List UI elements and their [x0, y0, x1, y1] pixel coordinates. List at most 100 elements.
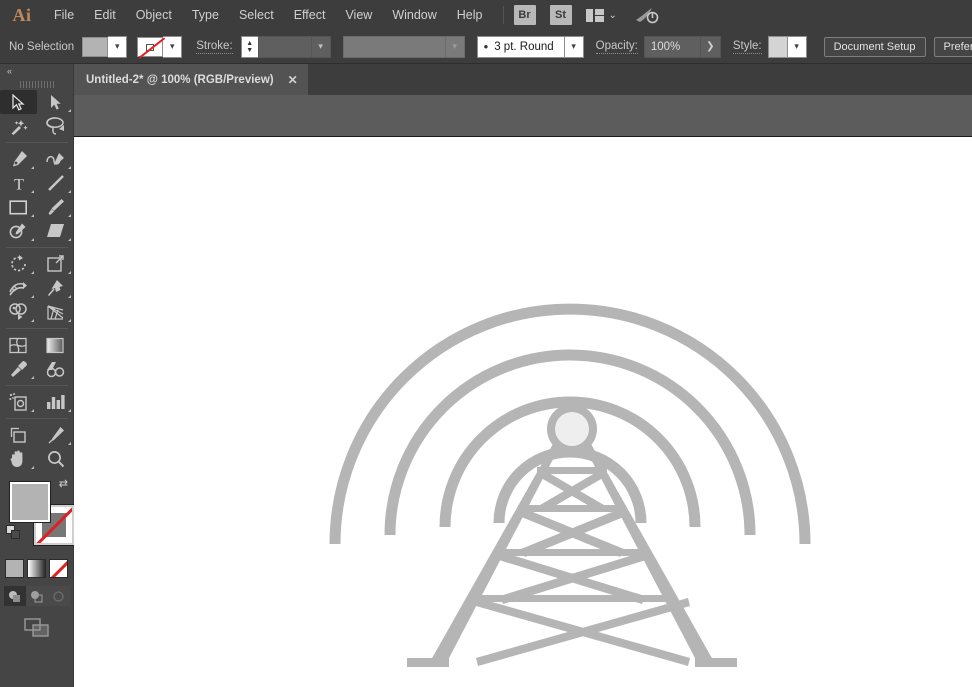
tower-foot-right — [695, 658, 737, 667]
width-profile-control[interactable]: ▾ — [342, 35, 465, 58]
shaper-tool[interactable] — [0, 219, 37, 243]
magic-wand-tool[interactable] — [0, 114, 37, 138]
opacity-options-icon[interactable]: ❯ — [700, 35, 721, 58]
fill-dropdown-chevron-icon[interactable]: ▾ — [108, 35, 128, 58]
stroke-weight-stepper[interactable]: ▲ ▼ — [240, 35, 258, 58]
gradient-button[interactable] — [27, 559, 46, 578]
draw-normal-button[interactable] — [3, 586, 26, 606]
style-control[interactable]: ▾ — [767, 35, 807, 58]
free-transform-tool[interactable] — [37, 276, 74, 300]
style-chevron-icon[interactable]: ▾ — [787, 35, 807, 58]
stroke-weight-input[interactable] — [257, 35, 312, 58]
stroke-dropdown-chevron-icon[interactable]: ▾ — [163, 35, 183, 58]
symbol-sprayer-tool[interactable] — [0, 390, 37, 414]
arrange-documents-icon — [585, 8, 604, 22]
stroke-weight-control[interactable]: ▲ ▼ ▾ — [240, 35, 331, 58]
stroke-label[interactable]: Stroke: — [196, 40, 233, 54]
rocket-button[interactable] — [635, 6, 659, 24]
toolbar-fill-swatch[interactable] — [9, 481, 51, 523]
fill-swatch[interactable] — [82, 36, 109, 57]
eraser-tool[interactable] — [37, 219, 74, 243]
tools-divider-3 — [6, 328, 68, 329]
lasso-tool[interactable] — [37, 114, 74, 138]
tools-divider-4 — [6, 385, 68, 386]
slice-tool[interactable] — [37, 423, 74, 447]
menu-file[interactable]: File — [44, 0, 84, 30]
line-segment-tool[interactable] — [37, 171, 74, 195]
selection-status: No Selection — [9, 40, 75, 53]
artboard[interactable] — [74, 136, 972, 687]
stock-button[interactable]: St — [549, 5, 572, 25]
preferences-button[interactable]: Preferences — [933, 36, 972, 57]
shape-builder-tool[interactable] — [0, 300, 37, 324]
svg-text:T: T — [14, 176, 24, 192]
tools-panel-grip[interactable] — [0, 78, 73, 90]
draw-inside-button[interactable] — [47, 586, 70, 606]
blend-tool[interactable] — [37, 357, 74, 381]
stroke-weight-chevron-icon[interactable]: ▾ — [311, 35, 331, 58]
style-label[interactable]: Style: — [732, 40, 762, 54]
opacity-label[interactable]: Opacity: — [595, 40, 638, 54]
rectangle-tool[interactable] — [0, 195, 37, 219]
width-tool[interactable] — [0, 276, 37, 300]
width-profile-chevron-icon[interactable]: ▾ — [445, 35, 465, 58]
direct-selection-tool[interactable] — [37, 90, 74, 114]
document-setup-button[interactable]: Document Setup — [823, 36, 926, 57]
perspective-grid-tool[interactable] — [37, 300, 74, 324]
magic-wand-icon — [11, 119, 28, 135]
swap-fill-stroke-icon[interactable]: ⇄ — [59, 477, 68, 490]
pen-tool[interactable] — [0, 147, 37, 171]
brush-definition-chevron-icon[interactable]: ▾ — [564, 35, 584, 58]
style-swatch[interactable] — [767, 35, 788, 58]
stroke-swatch[interactable] — [137, 36, 164, 57]
menu-edit[interactable]: Edit — [84, 0, 126, 30]
zoom-tool[interactable] — [37, 447, 74, 471]
menu-select[interactable]: Select — [229, 0, 284, 30]
brush-definition-control[interactable]: • 3 pt. Round ▾ — [476, 35, 584, 58]
none-button[interactable] — [49, 559, 68, 578]
direct-selection-arrow-icon — [50, 94, 61, 110]
column-graph-tool[interactable] — [37, 390, 74, 414]
eyedropper-tool[interactable] — [0, 357, 37, 381]
draw-behind-button[interactable] — [25, 586, 48, 606]
stroke-color-control[interactable]: ▾ — [137, 35, 183, 58]
free-transform-pin-icon — [47, 280, 63, 296]
opacity-control[interactable]: 100% ❯ — [643, 35, 721, 58]
paintbrush-tool[interactable] — [37, 195, 74, 219]
menu-divider — [502, 6, 504, 24]
menu-view[interactable]: View — [335, 0, 382, 30]
document-tab[interactable]: Untitled-2* @ 100% (RGB/Preview) ✕ — [74, 64, 308, 95]
menu-object[interactable]: Object — [126, 0, 182, 30]
bridge-button[interactable]: Br — [513, 5, 536, 25]
rotate-tool[interactable] — [0, 252, 37, 276]
menu-help[interactable]: Help — [447, 0, 493, 30]
artboard-tool[interactable] — [0, 423, 37, 447]
draw-behind-icon — [31, 590, 43, 602]
menu-type[interactable]: Type — [182, 0, 229, 30]
default-fill-stroke-icon[interactable] — [6, 525, 21, 545]
scale-tool[interactable] — [37, 252, 74, 276]
brush-definition-input[interactable]: • 3 pt. Round — [476, 35, 565, 58]
color-button[interactable] — [5, 559, 24, 578]
radio-broadcast-tower-illustration[interactable] — [74, 137, 972, 687]
tools-divider — [6, 142, 68, 143]
menu-effect[interactable]: Effect — [284, 0, 336, 30]
control-bar: No Selection ▾ ▾ Stroke: ▲ ▼ ▾ ▾ • 3 pt. … — [0, 30, 972, 64]
width-profile-input[interactable] — [342, 35, 446, 58]
type-tool[interactable]: T — [0, 171, 37, 195]
fill-control[interactable]: ▾ — [82, 35, 128, 58]
close-icon[interactable]: ✕ — [288, 73, 298, 87]
opacity-input[interactable]: 100% — [643, 35, 701, 58]
arrange-documents-button[interactable]: ⌄ — [585, 8, 617, 22]
paintbrush-icon — [48, 199, 64, 215]
hand-tool[interactable] — [0, 447, 37, 471]
selection-tool[interactable] — [0, 90, 37, 114]
change-screen-mode-button[interactable] — [0, 618, 73, 638]
mesh-tool[interactable] — [0, 333, 37, 357]
lasso-icon — [46, 117, 64, 135]
menu-window[interactable]: Window — [382, 0, 446, 30]
gradient-tool[interactable] — [37, 333, 74, 357]
canvas-area[interactable] — [74, 95, 972, 687]
collapse-panel-button[interactable]: « — [0, 64, 73, 78]
curvature-tool[interactable] — [37, 147, 74, 171]
